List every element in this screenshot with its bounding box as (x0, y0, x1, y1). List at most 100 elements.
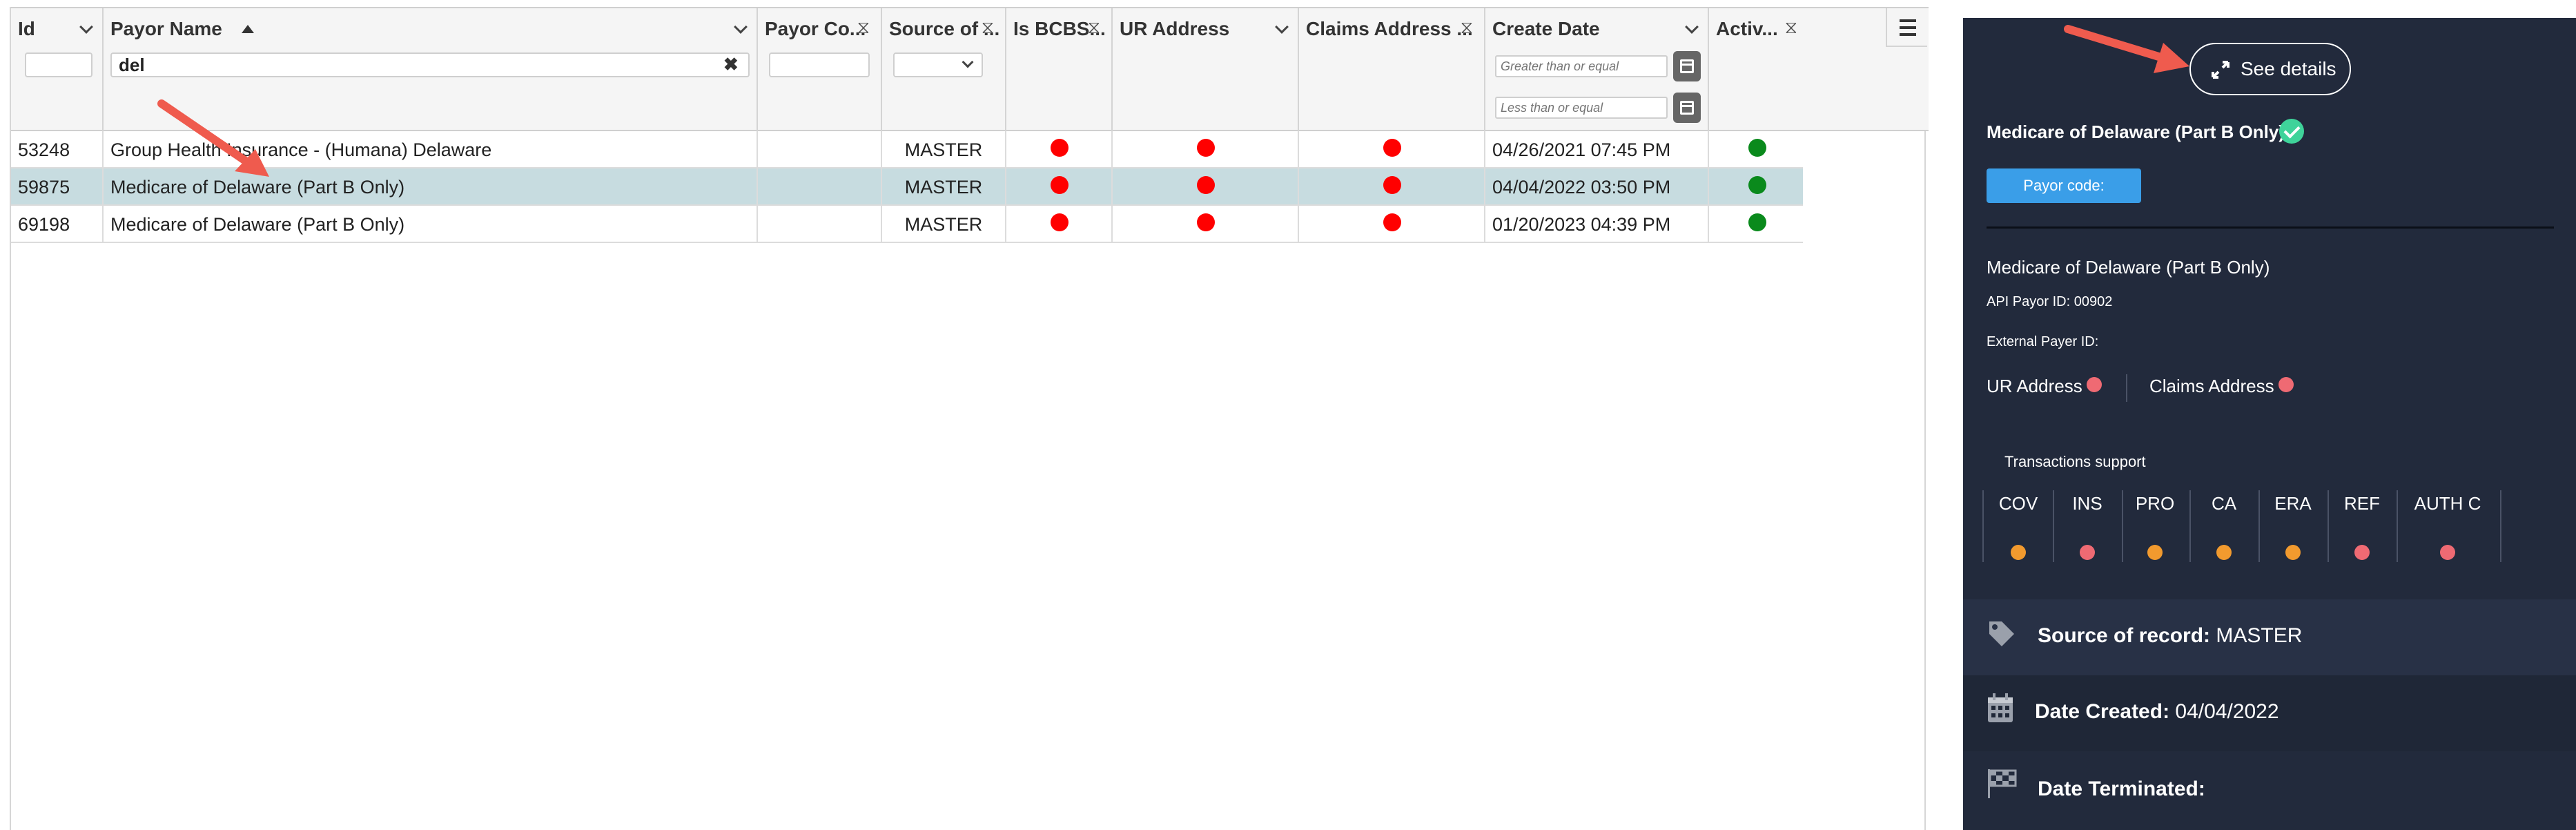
ur-address-status: UR Address (1987, 376, 2102, 397)
status-dot (1051, 139, 1069, 157)
transaction-status-dot (2147, 545, 2163, 560)
cell-source[interactable]: MASTER (882, 168, 1006, 206)
cell-create-date[interactable]: 04/04/2022 03:50 PM (1485, 168, 1709, 206)
separator (2500, 490, 2501, 562)
transaction-ins: INS (2072, 493, 2102, 514)
calendar-glyph (1680, 101, 1694, 115)
expand-icon (2212, 61, 2229, 79)
date-from-filter-input[interactable] (1495, 55, 1668, 77)
transaction-auth-c: AUTH C (2414, 493, 2481, 514)
payor-name-filter-input[interactable] (110, 52, 750, 77)
status-dot (1197, 176, 1215, 194)
source-label: Source of record: (2038, 624, 2211, 647)
claims-address-label: Claims Address (2149, 376, 2274, 396)
cell-payor-code[interactable] (758, 168, 882, 206)
transaction-ref: REF (2344, 493, 2380, 514)
transaction-status-dot (2216, 545, 2232, 560)
cell-claims-address[interactable] (1299, 168, 1485, 206)
calendar-icon[interactable] (1673, 51, 1701, 81)
chevron-down-icon[interactable] (79, 20, 93, 34)
payor-code-filter-input[interactable] (769, 52, 870, 77)
status-dot (2086, 377, 2102, 393)
payor-name-text: Medicare of Delaware (Part B Only) (1987, 257, 2270, 278)
column-title: UR Address (1120, 18, 1230, 39)
cell-id[interactable]: 59875 (11, 168, 104, 206)
date-created: Date Created: 04/04/2022 (2035, 700, 2279, 724)
chevron-down-icon (962, 56, 974, 68)
cell-claims-address[interactable] (1299, 131, 1485, 168)
column-header-id[interactable]: Id (11, 8, 104, 133)
cell-id[interactable]: 53248 (11, 131, 104, 168)
external-payer-id: External Payer ID: (1987, 334, 2099, 349)
id-filter-input[interactable] (25, 52, 92, 77)
cell-active[interactable] (1709, 168, 1803, 206)
filter-icon[interactable]: ⧖ (1785, 17, 1797, 39)
column-header-create-date[interactable]: Create Date (1485, 8, 1709, 133)
column-header-payor-code[interactable]: Payor Co... ⧖ (758, 8, 882, 133)
column-header-is-bcbs[interactable]: Is BCBS... ⧖ (1006, 8, 1113, 133)
panel-title: Medicare of Delaware (Part B Only) (1987, 122, 2285, 142)
source-filter-select[interactable] (893, 52, 983, 77)
grid-header: Id Payor Name ✖ Payor Co... ⧖ Source of … (11, 7, 1929, 133)
column-title: Activ... (1716, 18, 1778, 39)
cell-id[interactable]: 69198 (11, 206, 104, 243)
cell-is-bcbs[interactable] (1006, 206, 1113, 243)
calendar-icon[interactable] (1673, 93, 1701, 123)
column-header-ur-address[interactable]: UR Address (1113, 8, 1299, 133)
cell-ur-address[interactable] (1113, 168, 1299, 206)
cell-claims-address[interactable] (1299, 206, 1485, 243)
column-title: Payor Co... (765, 18, 866, 39)
status-dot (1383, 213, 1401, 231)
column-menu-icon[interactable] (1886, 8, 1927, 47)
column-title: Create Date (1492, 18, 1600, 39)
cell-is-bcbs[interactable] (1006, 168, 1113, 206)
payor-grid: Id Payor Name ✖ Payor Co... ⧖ Source of … (10, 7, 1929, 830)
transaction-ca: CA (2211, 493, 2237, 514)
separator (1982, 490, 1984, 562)
table-row[interactable]: 59875 Medicare of Delaware (Part B Only) M… (11, 168, 1803, 206)
created-label: Date Created: (2035, 700, 2170, 723)
divider (1987, 226, 2554, 229)
cell-ur-address[interactable] (1113, 206, 1299, 243)
source-value: MASTER (2216, 624, 2303, 647)
status-dot (1383, 176, 1401, 194)
filter-icon[interactable]: ⧖ (1088, 17, 1100, 39)
column-header-source[interactable]: Source of ... ⧖ (882, 8, 1006, 133)
transactions-support-label: Transactions support (2004, 453, 2146, 470)
cell-payor-code[interactable] (758, 131, 882, 168)
chevron-down-icon[interactable] (734, 20, 748, 34)
date-to-filter-input[interactable] (1495, 97, 1668, 119)
ur-address-label: UR Address (1987, 376, 2082, 396)
cell-payor-name[interactable]: Medicare of Delaware (Part B Only) (104, 206, 758, 243)
cell-create-date[interactable]: 01/20/2023 04:39 PM (1485, 206, 1709, 243)
menu-bar (1900, 33, 1916, 36)
chevron-down-icon[interactable] (1275, 20, 1289, 34)
filter-icon[interactable]: ⧖ (982, 17, 994, 39)
column-header-claims-address[interactable]: Claims Address ... ⧖ (1299, 8, 1485, 133)
cell-active[interactable] (1709, 131, 1803, 168)
cell-source[interactable]: MASTER (882, 206, 1006, 243)
cell-payor-code[interactable] (758, 206, 882, 243)
clear-filter-icon[interactable]: ✖ (723, 54, 739, 75)
status-dot (2278, 377, 2294, 393)
cell-payor-name[interactable]: Medicare of Delaware (Part B Only) (104, 168, 758, 206)
column-header-active[interactable]: Activ... ⧖ (1709, 8, 1803, 133)
column-title: Id (18, 18, 35, 39)
filter-icon[interactable]: ⧖ (1461, 17, 1473, 39)
payor-code-button[interactable]: Payor code: (1987, 168, 2141, 203)
filter-icon[interactable]: ⧖ (857, 17, 870, 39)
table-row[interactable]: 53248 Group Health Insurance - (Humana) D… (11, 131, 1803, 168)
cell-ur-address[interactable] (1113, 131, 1299, 168)
cell-payor-name[interactable]: Group Health Insurance - (Humana) Delawa… (104, 131, 758, 168)
transaction-era: ERA (2274, 493, 2312, 514)
cell-source[interactable]: MASTER (882, 131, 1006, 168)
date-terminated: Date Terminated: (2038, 778, 2205, 801)
cell-create-date[interactable]: 04/26/2021 07:45 PM (1485, 131, 1709, 168)
column-header-payor-name[interactable]: Payor Name ✖ (104, 8, 758, 133)
cell-is-bcbs[interactable] (1006, 131, 1113, 168)
table-row[interactable]: 69198 Medicare of Delaware (Part B Only) M… (11, 206, 1803, 243)
chevron-down-icon[interactable] (1685, 20, 1699, 34)
see-details-button[interactable]: See details (2189, 43, 2351, 95)
cell-active[interactable] (1709, 206, 1803, 243)
sort-ascending-icon[interactable] (242, 25, 254, 33)
